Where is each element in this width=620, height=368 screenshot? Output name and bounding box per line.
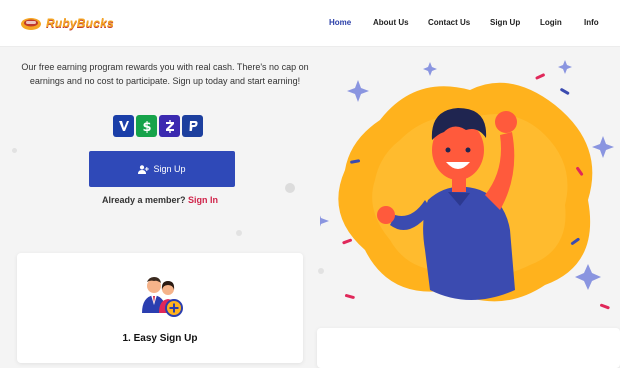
- sparkle-icon: [347, 80, 369, 102]
- sign-up-button[interactable]: Sign Up: [89, 151, 235, 187]
- payment-methods: $: [113, 115, 203, 137]
- sign-up-button-label: Sign Up: [153, 164, 186, 174]
- sign-in-link[interactable]: Sign In: [188, 195, 218, 205]
- step-title: 1. Easy Sign Up: [122, 333, 198, 344]
- hero-description: Our free earning program rewards you wit…: [21, 62, 309, 86]
- main-nav: Home About Us Contact Us Sign Up Login I…: [0, 18, 620, 32]
- sparkle-icon: [575, 264, 601, 290]
- bg-circle: [236, 230, 242, 236]
- sparkle-icon: [320, 215, 329, 227]
- member-prompt: Already a member? Sign In: [60, 195, 260, 205]
- sparkle-icon: [423, 62, 437, 76]
- zelle-icon: [159, 115, 180, 137]
- cashapp-icon: $: [136, 115, 157, 137]
- sparkle-icon: [592, 136, 614, 158]
- svg-text:$: $: [142, 120, 151, 133]
- nav-info[interactable]: Info: [584, 18, 599, 27]
- bg-circle: [285, 183, 295, 193]
- celebration-illustration: [320, 60, 614, 310]
- member-prompt-text: Already a member?: [101, 195, 186, 205]
- site-header: RubyBucks Home About Us Contact Us Sign …: [0, 0, 620, 47]
- bg-circle: [12, 148, 17, 153]
- nav-about-us[interactable]: About Us: [373, 18, 409, 27]
- paypal-icon: [182, 115, 203, 137]
- add-user-icon: [138, 164, 150, 174]
- nav-login[interactable]: Login: [540, 18, 562, 27]
- step-card-2: [317, 328, 620, 368]
- nav-home[interactable]: Home: [329, 18, 351, 27]
- venmo-icon: [113, 115, 134, 137]
- nav-contact-us[interactable]: Contact Us: [428, 18, 470, 27]
- sparkle-icon: [558, 60, 572, 74]
- team-add-icon: [142, 277, 183, 317]
- nav-sign-up[interactable]: Sign Up: [490, 18, 520, 27]
- step-card: 1. Easy Sign Up: [17, 253, 303, 363]
